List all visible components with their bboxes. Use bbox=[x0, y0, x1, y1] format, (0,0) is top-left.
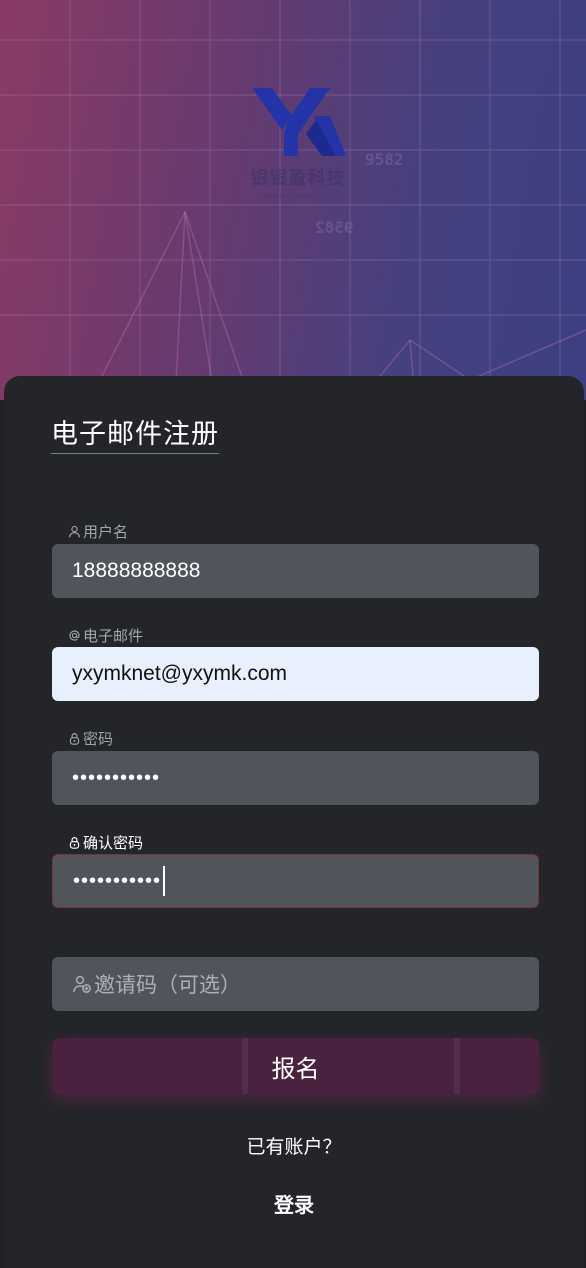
username-label-text: 用户名 bbox=[83, 523, 129, 541]
email-label: 电子邮件 bbox=[68, 625, 143, 646]
username-label: 用户名 bbox=[68, 521, 128, 542]
invite-code-input[interactable]: 邀请码（可选） bbox=[52, 957, 539, 1011]
confirm-password-label: 确认密码 bbox=[68, 832, 143, 853]
at-icon bbox=[69, 630, 80, 641]
username-input[interactable]: 18888888888 bbox=[52, 544, 539, 598]
password-label-text: 密码 bbox=[83, 730, 114, 748]
have-account-text: 已有账户？ bbox=[246, 1136, 342, 1158]
user-add-icon bbox=[73, 975, 91, 993]
hero-banner: 银银盈科技 YINGXING MEDIA TECH 9582 9582 bbox=[0, 0, 586, 400]
password-value: ••••••••••• bbox=[72, 766, 161, 789]
lock-icon bbox=[69, 837, 80, 849]
username-value: 18888888888 bbox=[72, 559, 201, 582]
register-button-label: 报名 bbox=[271, 1054, 320, 1083]
confirm-password-value: ••••••••••• bbox=[73, 869, 162, 892]
page-title: 电子邮件注册 bbox=[51, 412, 219, 454]
login-link[interactable]: 登录 bbox=[4, 1189, 584, 1218]
button-decoration bbox=[242, 1038, 248, 1094]
brand-logo: 银银盈科技 YINGXING MEDIA TECH bbox=[238, 86, 358, 200]
invite-code-placeholder: 邀请码（可选） bbox=[94, 974, 241, 997]
register-card: 电子邮件注册 用户名 18888888888 电子邮件 yxymknet@yxy… bbox=[4, 376, 584, 1268]
password-label: 密码 bbox=[68, 728, 113, 749]
confirm-password-label-text: 确认密码 bbox=[83, 834, 144, 852]
confirm-password-input[interactable]: ••••••••••• bbox=[52, 854, 539, 908]
register-button[interactable]: 报名 bbox=[52, 1038, 539, 1094]
user-icon bbox=[69, 525, 80, 538]
button-decoration bbox=[454, 1038, 460, 1094]
email-label-text: 电子邮件 bbox=[83, 627, 144, 645]
hero-grid-decoration bbox=[0, 0, 586, 400]
text-caret bbox=[163, 866, 166, 896]
email-input[interactable]: yxymknet@yxymk.com bbox=[52, 647, 539, 701]
logo-text: 银银盈科技 bbox=[250, 168, 346, 189]
lock-icon bbox=[69, 733, 80, 745]
logo-mark-icon bbox=[252, 88, 346, 156]
hero-deco-number: 9582 bbox=[365, 150, 404, 169]
hero-deco-number: 9582 bbox=[315, 218, 354, 237]
password-input[interactable]: ••••••••••• bbox=[52, 751, 539, 805]
logo-subtitle: YINGXING MEDIA TECH bbox=[257, 192, 339, 200]
email-value: yxymknet@yxymk.com bbox=[72, 662, 288, 685]
